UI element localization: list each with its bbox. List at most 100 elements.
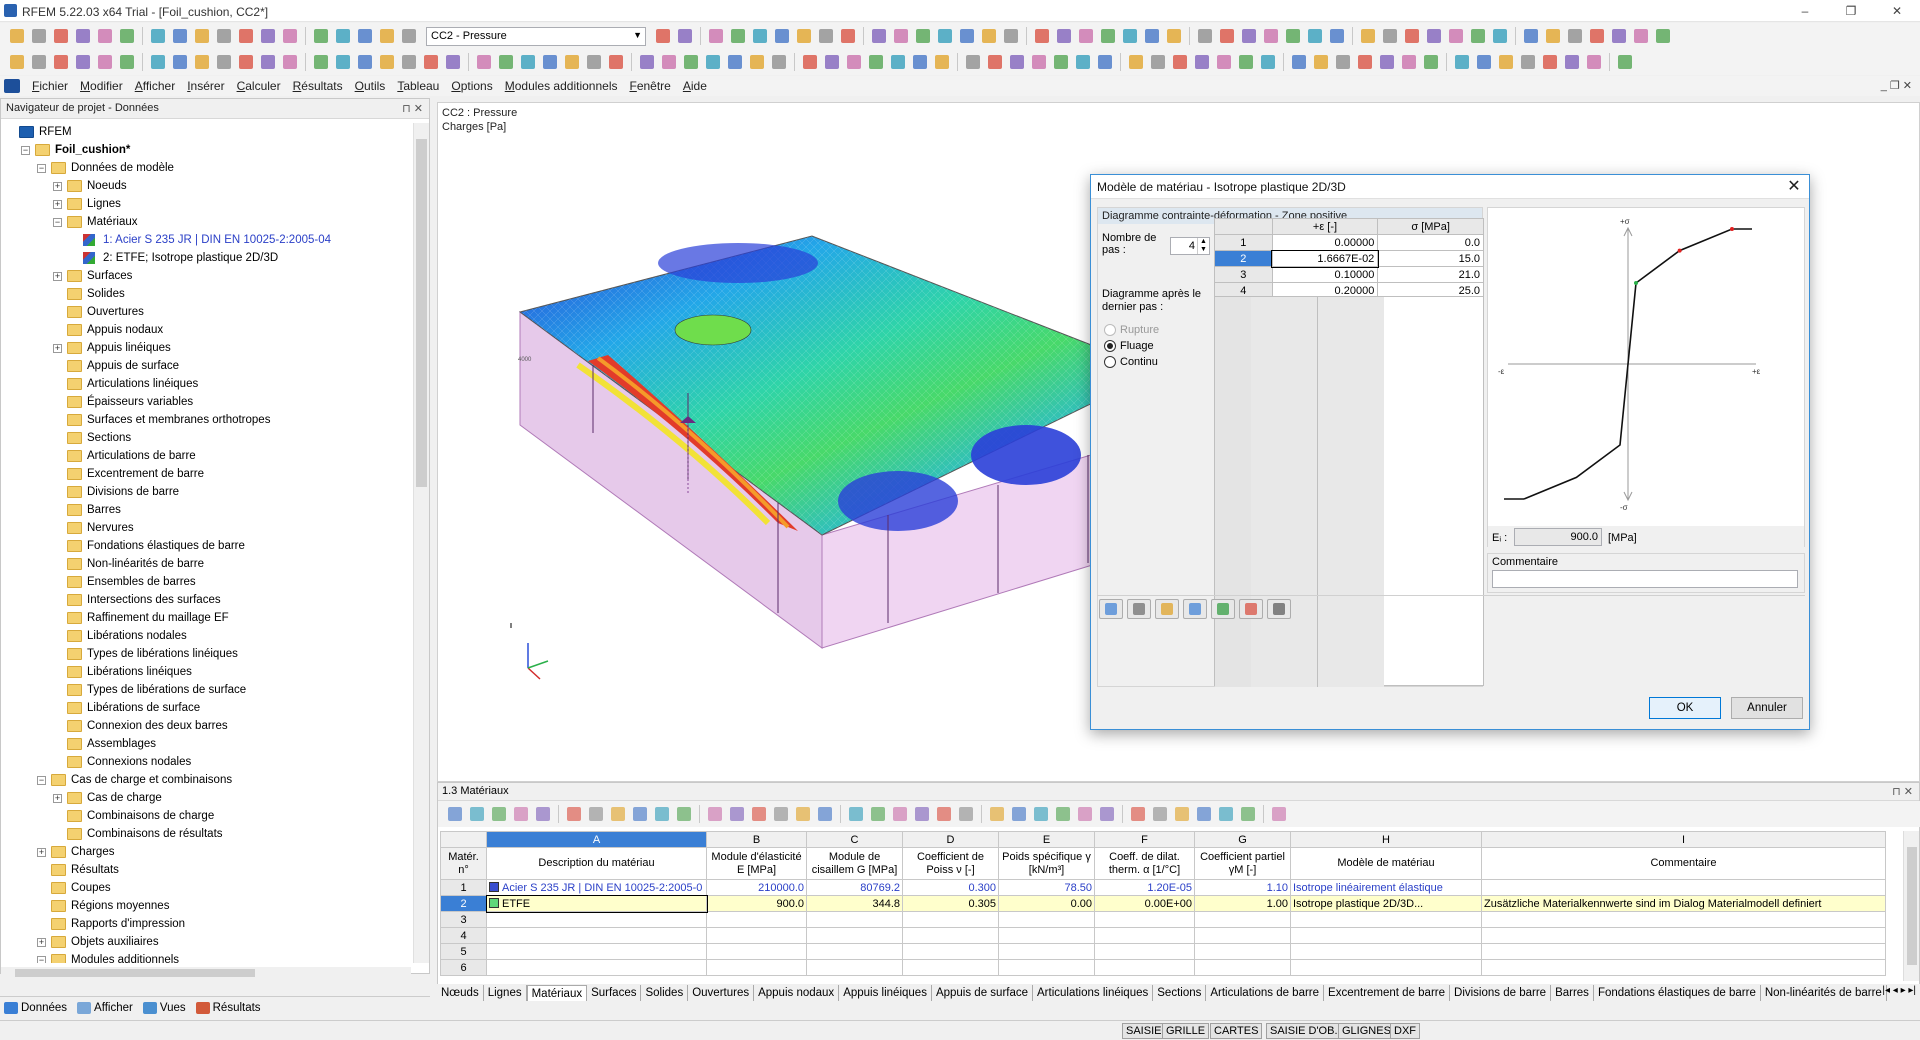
toolbar-tool-icon[interactable]	[1217, 26, 1237, 46]
toolbar-tool-icon[interactable]	[1424, 26, 1444, 46]
dialog-tool-icon[interactable]	[1155, 599, 1179, 619]
table-cell[interactable]: 0.00	[998, 895, 1095, 912]
table-tool-icon[interactable]	[1128, 804, 1148, 824]
toolbar-tool-icon[interactable]	[910, 52, 930, 72]
toolbar-tool-icon[interactable]	[421, 52, 441, 72]
table-tool-icon[interactable]	[705, 804, 725, 824]
table-tool-icon[interactable]	[652, 804, 672, 824]
toolbar-tool-icon[interactable]	[794, 26, 814, 46]
tree-node[interactable]: Divisions de barre	[1, 483, 411, 501]
spinner-arrows[interactable]: ▲ ▼	[1197, 238, 1209, 254]
toolbar-tool-icon[interactable]	[117, 52, 137, 72]
tree-node[interactable]: + Cas de charge	[1, 789, 411, 807]
table-tool-icon[interactable]	[489, 804, 509, 824]
toolbar-tool-icon[interactable]	[1496, 52, 1516, 72]
table-tool-icon[interactable]	[727, 804, 747, 824]
table-cell[interactable]	[706, 959, 807, 976]
toolbar-tool-icon[interactable]	[280, 26, 300, 46]
tree-node[interactable]: Appuis de surface	[1, 357, 411, 375]
sheet-tab[interactable]: Ouvertures	[688, 985, 755, 1001]
toolbar-tool-icon[interactable]	[1192, 52, 1212, 72]
table-tool-icon[interactable]	[912, 804, 932, 824]
menu-item[interactable]: Insérer	[181, 79, 230, 93]
status-toggle[interactable]: GRILLE	[1162, 1023, 1210, 1039]
option-radio[interactable]: Continu	[1104, 356, 1158, 368]
column-letter[interactable]: B	[706, 831, 807, 848]
scroll-thumb[interactable]	[416, 139, 427, 487]
table-row[interactable]: 1 0.00000 0.0	[1214, 234, 1484, 251]
tree-node[interactable]: Coupes	[1, 879, 411, 897]
toolbar-tool-icon[interactable]	[236, 52, 256, 72]
expander-icon[interactable]: −	[21, 146, 30, 155]
row-number[interactable]: 4	[440, 927, 487, 944]
table-cell[interactable]	[706, 943, 807, 960]
table-tool-icon[interactable]	[674, 804, 694, 824]
table-cell[interactable]: 0.305	[902, 895, 999, 912]
tree-node[interactable]: Épaisseurs variables	[1, 393, 411, 411]
tree-node[interactable]: + Charges	[1, 843, 411, 861]
table-tool-icon[interactable]	[1194, 804, 1214, 824]
toolbar-tool-icon[interactable]	[1305, 26, 1325, 46]
toolbar-tool-icon[interactable]	[703, 52, 723, 72]
table-cell[interactable]	[486, 927, 707, 944]
sheet-tab[interactable]: Lignes	[484, 985, 527, 1001]
sheet-tab[interactable]: Appuis nodaux	[754, 985, 840, 1001]
toolbar-tool-icon[interactable]	[474, 52, 494, 72]
table-tool-icon[interactable]	[533, 804, 553, 824]
table-cell[interactable]: 0.00000	[1271, 234, 1379, 251]
tree-node[interactable]: Sections	[1, 429, 411, 447]
toolbar-tool-icon[interactable]	[1120, 26, 1140, 46]
table-cell[interactable]	[1194, 959, 1291, 976]
toolbar-tool-icon[interactable]	[957, 26, 977, 46]
table-tool-icon[interactable]	[956, 804, 976, 824]
table-cell[interactable]: 1.10	[1194, 879, 1291, 896]
toolbar-tool-icon[interactable]	[192, 26, 212, 46]
toolbar-tool-icon[interactable]	[51, 52, 71, 72]
toolbar-tool-icon[interactable]	[891, 26, 911, 46]
toolbar-tool-icon[interactable]	[496, 52, 516, 72]
status-toggle[interactable]: DXF	[1390, 1023, 1420, 1039]
toolbar-tool-icon[interactable]	[822, 52, 842, 72]
table-cell[interactable]	[902, 927, 999, 944]
column-letter[interactable]: E	[998, 831, 1095, 848]
toolbar-tool-icon[interactable]	[1399, 52, 1419, 72]
toolbar-tool-icon[interactable]	[562, 52, 582, 72]
navigator-tab[interactable]: Données	[0, 1001, 73, 1014]
toolbar-tool-icon[interactable]	[1446, 26, 1466, 46]
toolbar-tool-icon[interactable]	[888, 52, 908, 72]
table-cell[interactable]	[1094, 943, 1195, 960]
steps-spinner[interactable]: 4 ▲ ▼	[1170, 237, 1210, 255]
tree-node[interactable]: Résultats	[1, 861, 411, 879]
toolbar-tool-icon[interactable]	[29, 26, 49, 46]
toolbar-tool-icon[interactable]	[1615, 52, 1635, 72]
table-tool-icon[interactable]	[749, 804, 769, 824]
table-cell[interactable]	[1094, 927, 1195, 944]
toolbar-tool-icon[interactable]	[869, 26, 889, 46]
tree-node[interactable]: 2: ETFE; Isotrope plastique 2D/3D	[1, 249, 411, 267]
column-letter[interactable]: F	[1094, 831, 1195, 848]
menu-item[interactable]: Modifier	[74, 79, 129, 93]
table-row[interactable]: 2 ETFE 900.0 344.8 0.305 0.00 0.00E+00 1.00 Isot…	[440, 894, 1886, 913]
toolbar-tool-icon[interactable]	[377, 52, 397, 72]
tree-node[interactable]: Surfaces et membranes orthotropes	[1, 411, 411, 429]
expander-icon[interactable]: −	[37, 956, 46, 963]
table-cell[interactable]: 1.00	[1194, 895, 1291, 912]
expander-icon[interactable]: +	[37, 848, 46, 857]
toolbar-tool-icon[interactable]	[1214, 52, 1234, 72]
toolbar-tool-icon[interactable]	[258, 52, 278, 72]
table-tool-icon[interactable]	[1216, 804, 1236, 824]
toolbar-tool-icon[interactable]	[355, 52, 375, 72]
toolbar-tool-icon[interactable]	[1653, 26, 1673, 46]
table-cell[interactable]	[486, 943, 707, 960]
toolbar-tool-icon[interactable]	[540, 52, 560, 72]
tree-node[interactable]: Articulations de barre	[1, 447, 411, 465]
toolbar-tool-icon[interactable]	[1076, 26, 1096, 46]
table-tool-icon[interactable]	[1150, 804, 1170, 824]
toolbar-tool-icon[interactable]	[932, 52, 952, 72]
table-cell[interactable]: 78.50	[998, 879, 1095, 896]
column-letter[interactable]: H	[1290, 831, 1482, 848]
tree-node[interactable]: + Surfaces	[1, 267, 411, 285]
toolbar-tool-icon[interactable]	[333, 26, 353, 46]
menu-item[interactable]: Options	[445, 79, 498, 93]
sheet-tab-scroll[interactable]: |◂ ◂ ▸ ▸|	[1882, 985, 1916, 996]
